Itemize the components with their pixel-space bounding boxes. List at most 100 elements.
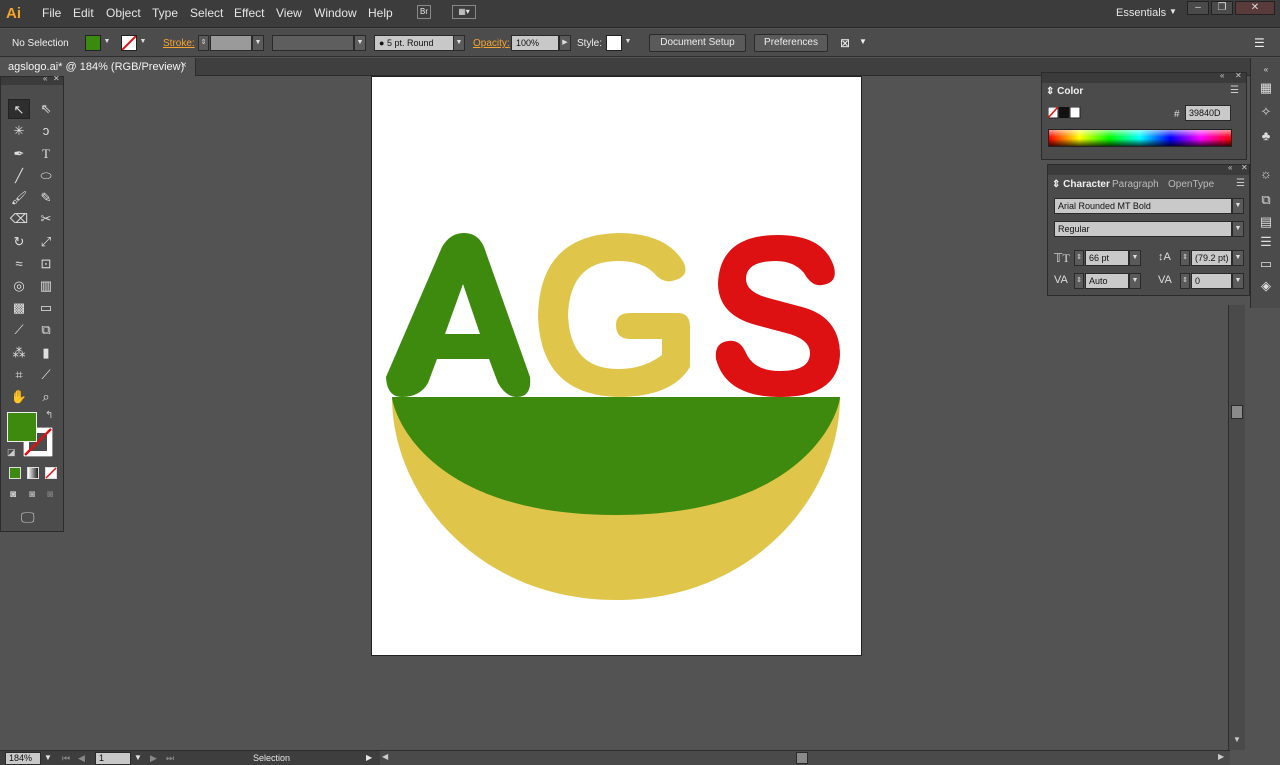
color-panel-header[interactable]: « ✕	[1042, 71, 1246, 83]
appearance-panel-icon[interactable]: ▤	[1257, 214, 1275, 230]
lasso-tool-icon[interactable]: ↄ	[35, 121, 57, 141]
arrange-documents-icon[interactable]: ▦▾	[452, 5, 476, 19]
tab-opentype[interactable]: OpenType	[1168, 179, 1214, 190]
transparency-panel-icon[interactable]: ⧉	[1257, 192, 1275, 208]
chevron-down-icon[interactable]: ▼	[1169, 7, 1177, 16]
layers-panel-icon[interactable]: ◈	[1257, 278, 1275, 294]
artboard-dropdown-icon[interactable]: ▼	[134, 753, 142, 762]
preferences-button[interactable]: Preferences	[754, 34, 828, 52]
font-style-field[interactable]: Regular	[1054, 221, 1232, 237]
panel-menu-icon[interactable]: ☰	[1254, 36, 1265, 50]
close-panel-icon[interactable]: ✕	[53, 74, 60, 83]
magic-wand-tool-icon[interactable]: ✳	[8, 121, 30, 141]
swap-colors-icon[interactable]: ↰	[45, 410, 53, 421]
zoom-field[interactable]: 184%	[5, 752, 41, 765]
document-tab[interactable]: agslogo.ai* @ 184% (RGB/Preview) ×	[0, 58, 196, 76]
font-size-field[interactable]: 66 pt	[1085, 250, 1129, 266]
line-tool-icon[interactable]: ╱	[8, 166, 30, 186]
slice-tool-icon[interactable]: ⟋	[35, 365, 57, 385]
collapse-icon[interactable]: «	[1228, 163, 1232, 172]
scroll-right-icon[interactable]: ▶	[1218, 752, 1224, 761]
opacity-field[interactable]: 100%	[511, 35, 559, 51]
blend-tool-icon[interactable]: ⧉	[35, 320, 57, 340]
type-tool-icon[interactable]: T	[35, 144, 57, 164]
workspace-switcher[interactable]: Essentials	[1116, 7, 1166, 19]
fill-swatch[interactable]	[85, 35, 101, 51]
tracking-stepper-icon[interactable]: ⇕	[1180, 273, 1190, 289]
symbols-panel-icon[interactable]: ♣	[1257, 128, 1275, 144]
profile-dropdown-icon[interactable]: ▼	[354, 35, 366, 51]
pen-tool-icon[interactable]: ✒	[8, 144, 30, 164]
restore-icon[interactable]: ❐	[1211, 1, 1233, 15]
font-style-dropdown-icon[interactable]: ▼	[1232, 221, 1244, 237]
leading-stepper-icon[interactable]: ⇕	[1180, 250, 1190, 266]
stroke-swatch[interactable]	[121, 35, 137, 51]
character-panel-header[interactable]: « ✕	[1048, 163, 1249, 175]
gradient-mode-icon[interactable]	[27, 467, 39, 479]
menu-file[interactable]: File	[42, 6, 61, 20]
swatches-panel-icon[interactable]: ▦	[1257, 80, 1275, 96]
tracking-field[interactable]: 0	[1191, 273, 1232, 289]
draw-normal-icon[interactable]: ◙	[10, 489, 16, 500]
kerning-dropdown-icon[interactable]: ▼	[1129, 273, 1141, 289]
menu-select[interactable]: Select	[190, 6, 223, 20]
close-panel-icon[interactable]: ✕	[1235, 71, 1242, 80]
brush-definition[interactable]: ● 5 pt. Round	[374, 35, 454, 51]
horizontal-scrollbar[interactable]: ◀ ▶	[380, 750, 1230, 765]
width-tool-icon[interactable]: ≈	[8, 254, 30, 274]
hex-input[interactable]: 39840D	[1185, 105, 1231, 121]
artboard-tool-icon[interactable]: ⌗	[8, 365, 30, 385]
menu-help[interactable]: Help	[368, 6, 393, 20]
direct-selection-tool-icon[interactable]: ⇖	[35, 99, 57, 119]
gradient-panel-icon[interactable]: ▭	[1257, 256, 1275, 272]
shape-builder-tool-icon[interactable]: ◎	[8, 276, 30, 296]
vertical-scroll-thumb[interactable]	[1231, 405, 1243, 419]
eyedropper-tool-icon[interactable]: ⟋	[8, 320, 30, 340]
menu-view[interactable]: View	[276, 6, 302, 20]
color-mode-icon[interactable]	[9, 467, 21, 479]
align-panel-icon[interactable]: ☰	[1257, 234, 1275, 250]
close-icon[interactable]: ✕	[1235, 1, 1275, 15]
graphic-style-swatch[interactable]	[606, 35, 622, 51]
stroke-stepper-icon[interactable]: ⇕	[198, 35, 209, 51]
previous-artboard-icon[interactable]: ◀	[78, 753, 85, 764]
menu-effect[interactable]: Effect	[234, 6, 264, 20]
status-menu-icon[interactable]: ▶	[366, 753, 372, 762]
minimize-icon[interactable]: –	[1187, 1, 1209, 15]
ags-logo[interactable]	[372, 77, 863, 657]
opacity-dropdown-icon[interactable]: ▶	[559, 35, 571, 51]
perspective-grid-tool-icon[interactable]: ▥	[35, 276, 57, 296]
stroke-weight-field[interactable]	[210, 35, 252, 51]
current-tool-status[interactable]: Selection	[253, 753, 290, 763]
menu-type[interactable]: Type	[152, 6, 178, 20]
zoom-tool-icon[interactable]: ⌕	[35, 387, 57, 407]
font-family-field[interactable]: Arial Rounded MT Bold	[1054, 198, 1232, 214]
font-size-dropdown-icon[interactable]: ▼	[1129, 250, 1141, 266]
color-spectrum[interactable]	[1048, 129, 1232, 147]
tracking-dropdown-icon[interactable]: ▼	[1232, 273, 1244, 289]
style-dropdown-icon[interactable]: ▼	[622, 35, 634, 51]
panel-menu-icon[interactable]: ☰	[1236, 178, 1245, 189]
gradient-tool-icon[interactable]: ▭	[35, 298, 57, 318]
document-setup-button[interactable]: Document Setup	[649, 34, 746, 52]
zoom-dropdown-icon[interactable]: ▼	[44, 753, 52, 762]
first-artboard-icon[interactable]: ⏮	[62, 753, 70, 764]
kerning-stepper-icon[interactable]: ⇕	[1074, 273, 1084, 289]
stroke-dropdown-icon[interactable]: ▼	[137, 35, 149, 51]
selection-tool-icon[interactable]: ↖	[8, 99, 30, 119]
align-options-icon[interactable]: ⊠	[840, 36, 850, 50]
menu-window[interactable]: Window	[314, 6, 357, 20]
blob-brush-tool-icon[interactable]: ⌫	[8, 209, 30, 229]
artboard-number-field[interactable]: 1	[95, 752, 131, 765]
default-colors-icon[interactable]: ◪	[7, 447, 16, 458]
stroke-label[interactable]: Stroke:	[163, 38, 195, 49]
collapse-icon[interactable]: «	[43, 74, 47, 83]
bridge-icon[interactable]: Br	[417, 5, 431, 19]
align-dropdown-icon[interactable]: ▼	[859, 37, 867, 46]
scroll-down-icon[interactable]: ▼	[1233, 735, 1241, 744]
free-transform-tool-icon[interactable]: ⊡	[35, 254, 57, 274]
tab-character[interactable]: ⇕ Character	[1052, 179, 1110, 190]
draw-inside-icon[interactable]: ◙	[47, 489, 53, 500]
stroke-weight-dropdown-icon[interactable]: ▼	[252, 35, 264, 51]
kerning-field[interactable]: Auto	[1085, 273, 1129, 289]
